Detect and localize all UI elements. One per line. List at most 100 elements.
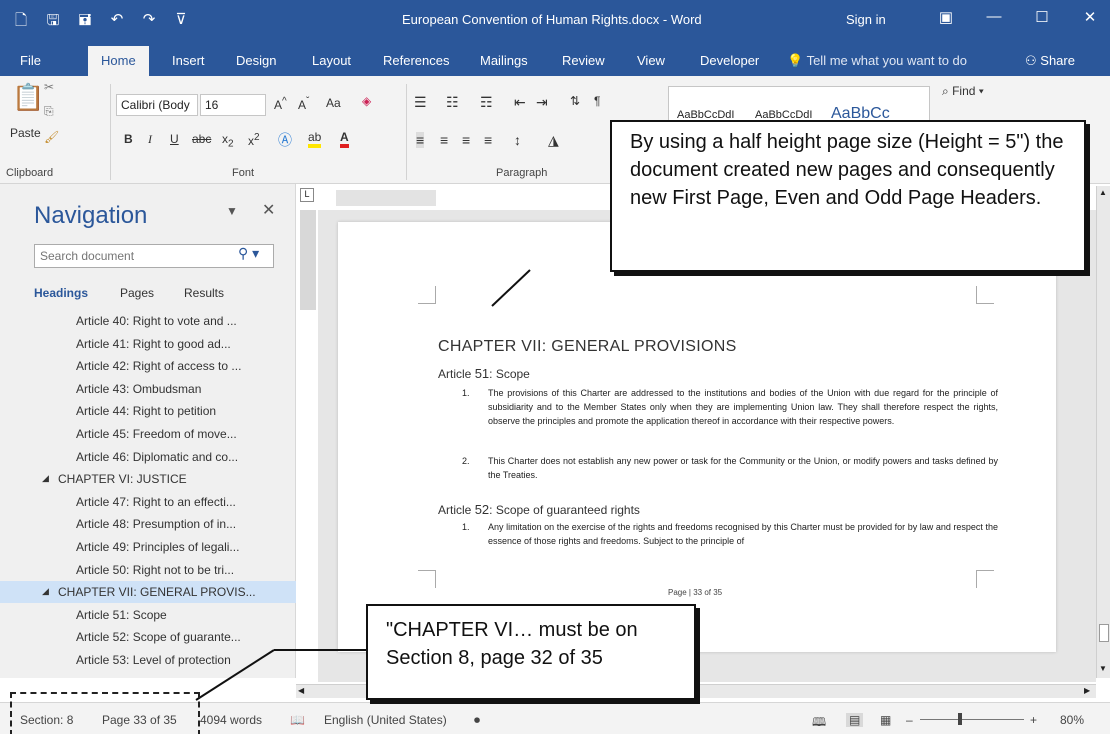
minimize-icon[interactable]: —: [984, 8, 1004, 26]
new-document-icon[interactable]: 🗋: [12, 10, 30, 35]
italic-icon[interactable]: I: [148, 132, 152, 147]
ribbon-display-options-icon[interactable]: ▣: [936, 8, 956, 26]
superscript-icon[interactable]: x2: [248, 132, 260, 148]
nav-heading-article[interactable]: Article 41: Right to good ad...: [0, 333, 296, 355]
find-button[interactable]: ⌕ Find ▾: [942, 84, 984, 99]
vertical-scrollbar[interactable]: ▲ ▼: [1096, 186, 1110, 678]
nav-heading-article[interactable]: Article 49: Principles of legali...: [0, 536, 296, 558]
tab-selector[interactable]: L: [300, 188, 314, 202]
tab-references[interactable]: References: [383, 53, 449, 68]
justify-icon[interactable]: ≡: [484, 132, 492, 148]
proofing-icon[interactable]: 📖: [290, 713, 305, 727]
show-marks-icon[interactable]: ¶: [594, 94, 600, 108]
word-count[interactable]: 4094 words: [200, 713, 262, 727]
nav-heading-chapter[interactable]: ◢ CHAPTER VI: JUSTICE: [0, 468, 296, 490]
nav-heading-article[interactable]: Article 40: Right to vote and ...: [0, 310, 296, 332]
redo-icon[interactable]: ↷: [140, 10, 158, 35]
document-page[interactable]: CHAPTER VII: GENERAL PROVISIONS Article …: [338, 222, 1056, 652]
close-icon[interactable]: ✕: [262, 200, 275, 220]
save-as-icon[interactable]: 🖬: [76, 10, 94, 35]
collapse-triangle-icon[interactable]: ◢: [42, 586, 49, 597]
nav-heading-article[interactable]: Article 50: Right not to be tri...: [0, 559, 296, 581]
zoom-out-icon[interactable]: –: [906, 713, 913, 727]
bold-icon[interactable]: B: [124, 132, 133, 146]
paragraph[interactable]: The provisions of this Charter are addre…: [488, 386, 998, 428]
zoom-slider[interactable]: [920, 719, 1024, 720]
undo-icon[interactable]: ↶: [108, 10, 126, 35]
sign-in-link[interactable]: Sign in: [846, 12, 886, 27]
web-layout-icon[interactable]: ▦: [880, 713, 891, 727]
paste-button[interactable]: Paste: [10, 126, 41, 140]
multilevel-list-icon[interactable]: ☶: [480, 94, 493, 111]
align-left-icon[interactable]: ≡: [416, 132, 425, 148]
clear-formatting-icon[interactable]: ◈: [362, 94, 371, 108]
nav-heading-article[interactable]: Article 53: Level of protection: [0, 649, 296, 671]
paragraph[interactable]: This Charter does not establish any new …: [488, 454, 998, 482]
macro-icon[interactable]: ⏺: [474, 713, 480, 728]
align-center-icon[interactable]: ≡: [440, 132, 448, 148]
font-size-combo[interactable]: 16: [200, 94, 266, 116]
nav-heading-article[interactable]: Article 46: Diplomatic and co...: [0, 446, 296, 468]
tab-headings[interactable]: Headings: [34, 286, 88, 300]
nav-heading-article[interactable]: Article 51: Scope: [0, 604, 296, 626]
tab-insert[interactable]: Insert: [172, 53, 205, 68]
nav-heading-article[interactable]: Article 45: Freedom of move...: [0, 423, 296, 445]
close-window-icon[interactable]: ✕: [1080, 8, 1100, 26]
customize-qat-icon[interactable]: ⊽: [172, 10, 190, 35]
nav-heading-article[interactable]: Article 43: Ombudsman: [0, 378, 296, 400]
copy-icon[interactable]: ⎘: [44, 104, 54, 119]
scroll-left-icon[interactable]: ◀: [298, 686, 304, 695]
nav-heading-chapter[interactable]: ◢ CHAPTER VII: GENERAL PROVIS...: [0, 581, 296, 604]
subscript-icon[interactable]: x2: [222, 132, 234, 149]
scroll-right-icon[interactable]: ▶: [1084, 686, 1090, 695]
grow-font-icon[interactable]: A^: [274, 96, 287, 112]
strikethrough-icon[interactable]: abc: [192, 132, 211, 146]
tab-review[interactable]: Review: [562, 53, 605, 68]
tab-home[interactable]: Home: [88, 46, 149, 76]
tab-pages[interactable]: Pages: [120, 286, 154, 300]
numbering-icon[interactable]: ☷: [446, 94, 459, 111]
scroll-down-icon[interactable]: ▼: [1099, 664, 1107, 673]
chapter-heading[interactable]: CHAPTER VII: GENERAL PROVISIONS: [438, 338, 737, 356]
nav-heading-article[interactable]: Article 52: Scope of guarante...: [0, 626, 296, 648]
article-heading[interactable]: Article 51: Scope: [438, 366, 530, 381]
paragraph[interactable]: Any limitation on the exercise of the ri…: [488, 520, 998, 548]
language-indicator[interactable]: English (United States): [324, 713, 447, 727]
tab-layout[interactable]: Layout: [312, 53, 351, 68]
collapse-triangle-icon[interactable]: ◢: [42, 473, 49, 484]
save-icon[interactable]: 🖫: [44, 10, 62, 35]
maximize-icon[interactable]: ☐: [1032, 8, 1052, 26]
vertical-ruler[interactable]: [300, 210, 316, 654]
shading-icon[interactable]: ◮: [548, 132, 559, 149]
share-button[interactable]: ⚇ Share: [1025, 53, 1075, 69]
tab-design[interactable]: Design: [236, 53, 276, 68]
sort-icon[interactable]: ⇅: [570, 94, 580, 108]
cut-icon[interactable]: ✂: [44, 80, 54, 94]
article-heading[interactable]: Article 52: Scope of guaranteed rights: [438, 502, 640, 517]
chevron-down-icon[interactable]: ▼: [226, 204, 238, 218]
tab-view[interactable]: View: [637, 53, 665, 68]
tab-file[interactable]: File: [20, 53, 41, 68]
tab-mailings[interactable]: Mailings: [480, 53, 528, 68]
highlight-icon[interactable]: ab: [308, 130, 322, 148]
zoom-in-icon[interactable]: +: [1030, 713, 1037, 727]
nav-heading-article[interactable]: Article 48: Presumption of in...: [0, 513, 296, 535]
align-right-icon[interactable]: ≡: [462, 132, 470, 148]
zoom-level[interactable]: 80%: [1060, 713, 1084, 727]
shrink-font-icon[interactable]: Aˇ: [298, 96, 309, 112]
text-effects-icon[interactable]: Ⓐ: [278, 130, 292, 150]
nav-heading-article[interactable]: Article 44: Right to petition: [0, 400, 296, 422]
nav-heading-article[interactable]: Article 42: Right of access to ...: [0, 355, 296, 377]
search-icon[interactable]: ⚲ ▾: [238, 245, 259, 262]
font-color-icon[interactable]: A: [340, 130, 349, 148]
print-layout-icon[interactable]: ▤: [846, 713, 864, 727]
line-spacing-icon[interactable]: ↕: [514, 132, 521, 148]
nav-heading-article[interactable]: Article 47: Right to an effecti...: [0, 491, 296, 513]
read-mode-icon[interactable]: 🕮: [812, 713, 826, 734]
format-painter-icon[interactable]: 🖌: [44, 130, 59, 144]
tab-results[interactable]: Results: [184, 286, 224, 300]
underline-icon[interactable]: U: [170, 132, 179, 146]
increase-indent-icon[interactable]: ⇥: [536, 94, 548, 111]
change-case-button[interactable]: Aa: [326, 96, 341, 110]
tell-me-box[interactable]: 💡 Tell me what you want to do: [787, 53, 967, 69]
